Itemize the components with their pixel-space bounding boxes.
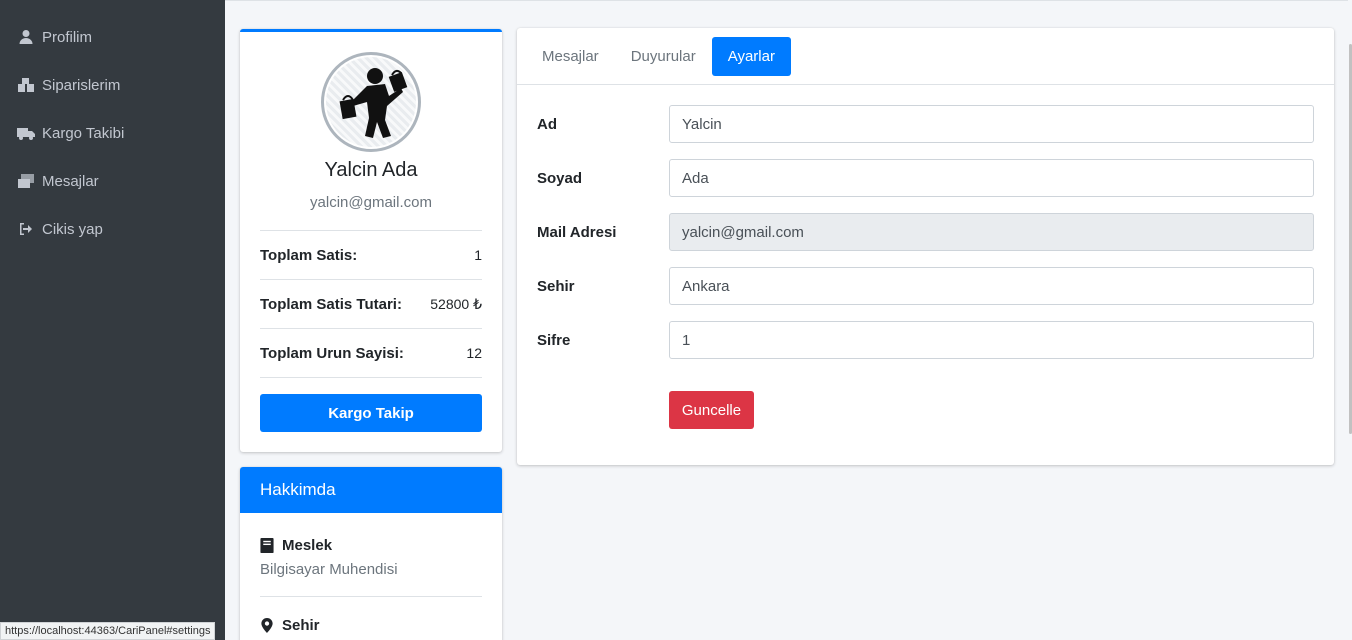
mail-bulk-icon (16, 173, 36, 189)
form-row-mail: Mail Adresi (537, 213, 1314, 251)
stat-label: Toplam Satis Tutari: (260, 295, 402, 313)
field-label: Soyad (537, 169, 583, 187)
sidebar-item-siparislerim[interactable]: Siparislerim (0, 61, 225, 109)
stat-row-toplam-urun-sayisi: Toplam Urun Sayisi: 12 (260, 329, 482, 378)
sidebar-item-profilim[interactable]: Profilim (0, 13, 225, 61)
field-label: Ad (537, 115, 557, 133)
book-icon (260, 538, 274, 553)
profile-card: Yalcin Ada yalcin@gmail.com Toplam Satis… (240, 29, 502, 452)
user-icon (16, 29, 36, 45)
boxes-icon (16, 77, 36, 93)
sidebar-item-label: Mesajlar (42, 172, 99, 190)
settings-card: Mesajlar Duyurular Ayarlar Ad Soyad Mail… (517, 28, 1334, 465)
ad-input[interactable] (669, 105, 1314, 143)
kargo-takip-button[interactable]: Kargo Takip (260, 394, 482, 432)
divider (260, 596, 482, 597)
tab-duyurular[interactable]: Duyurular (615, 37, 712, 76)
city-title: Sehir (282, 617, 320, 634)
form-row-soyad: Soyad (537, 159, 1314, 197)
avatar (321, 52, 421, 152)
sidebar-item-label: Cikis yap (42, 220, 103, 238)
field-label: Sehir (537, 277, 575, 295)
stat-label: Toplam Satis: (260, 246, 358, 264)
tab-mesajlar[interactable]: Mesajlar (526, 37, 615, 76)
job-title: Meslek (282, 537, 333, 554)
form-row-sifre: Sifre (537, 321, 1314, 359)
profile-name: Yalcin Ada (324, 159, 418, 181)
sidebar-item-mesajlar[interactable]: Mesajlar (0, 157, 225, 205)
job-value: Bilgisayar Muhendisi (260, 561, 398, 578)
soyad-input[interactable] (669, 159, 1314, 197)
about-title: Hakkimda (240, 467, 502, 513)
stat-row-toplam-satis-tutari: Toplam Satis Tutari: 52800 ₺ (260, 280, 482, 329)
tab-ayarlar[interactable]: Ayarlar (711, 36, 791, 76)
sidebar-item-label: Profilim (42, 28, 93, 46)
about-card: Hakkimda Meslek Bilgisayar Muhendisi Seh… (240, 467, 502, 640)
stat-label: Toplam Urun Sayisi: (260, 344, 404, 362)
shopper-icon (339, 68, 408, 138)
scrollbar[interactable] (1348, 0, 1352, 640)
status-url: https://localhost:44363/CariPanel#settin… (0, 622, 216, 640)
profile-email: yalcin@gmail.com (310, 194, 432, 211)
tab-bar: Mesajlar Duyurular Ayarlar (517, 28, 1334, 85)
guncelle-button[interactable]: Guncelle (669, 391, 754, 429)
sidebar-item-kargo-takibi[interactable]: Kargo Takibi (0, 109, 225, 157)
stat-row-toplam-satis: Toplam Satis: 1 (260, 231, 482, 280)
sifre-input[interactable] (669, 321, 1314, 359)
mail-input[interactable] (669, 213, 1314, 251)
stat-value: 52800 ₺ (430, 295, 482, 312)
sign-out-icon (16, 221, 36, 237)
main-content: Yalcin Ada yalcin@gmail.com Toplam Satis… (225, 1, 1352, 640)
field-label: Mail Adresi (537, 223, 617, 241)
sehir-input[interactable] (669, 267, 1314, 305)
sidebar-item-label: Siparislerim (42, 76, 121, 94)
stat-value: 12 (466, 345, 482, 361)
stats-list: Toplam Satis: 1 Toplam Satis Tutari: 528… (260, 230, 482, 378)
truck-icon (16, 125, 36, 141)
stat-value: 1 (474, 247, 482, 263)
map-marker-icon (261, 618, 273, 633)
sidebar: Profilim Siparislerim Kargo Takibi Mesaj… (0, 0, 225, 640)
sidebar-item-cikis-yap[interactable]: Cikis yap (0, 205, 225, 253)
field-label: Sifre (537, 331, 571, 349)
city-heading: Sehir (260, 617, 482, 634)
sidebar-item-label: Kargo Takibi (42, 124, 125, 142)
form-row-sehir: Sehir (537, 267, 1314, 305)
form-row-ad: Ad (537, 105, 1314, 143)
job-heading: Meslek (260, 537, 482, 554)
